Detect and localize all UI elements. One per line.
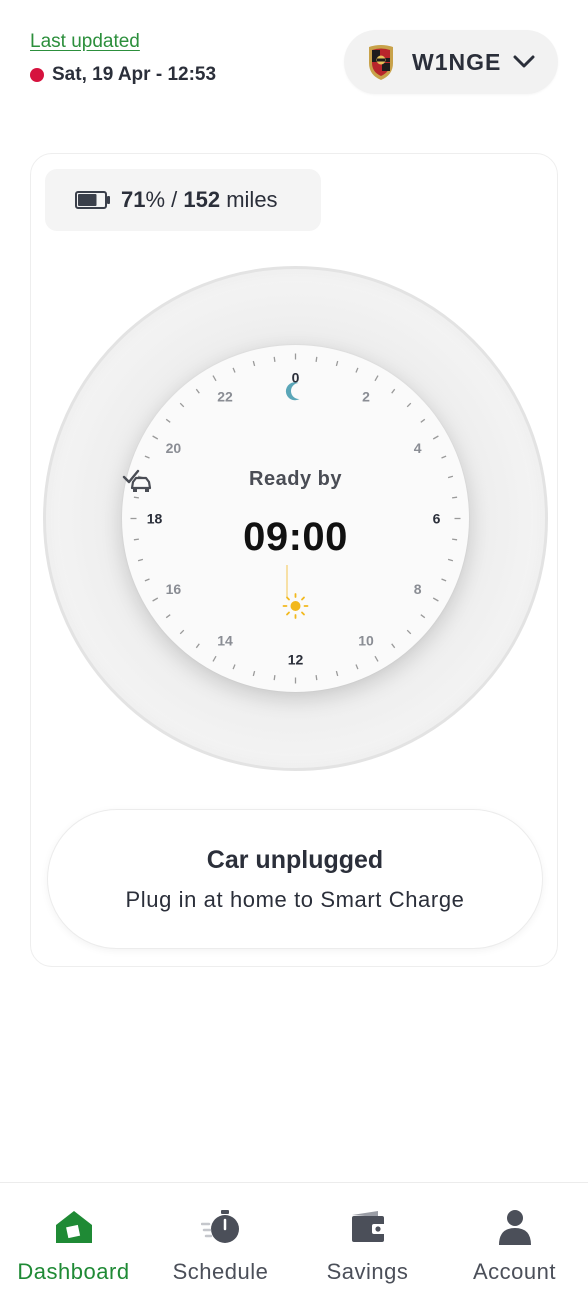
clock-hour-label: 16 <box>166 581 182 597</box>
clock-tick <box>179 402 185 408</box>
clock-tick <box>406 402 412 408</box>
battery-fill <box>78 194 97 206</box>
car-check-icon <box>122 469 152 492</box>
nav-item-savings[interactable]: Savings <box>294 1183 441 1300</box>
clock-hour-label: 10 <box>358 633 374 649</box>
clock-major-tick <box>212 375 217 382</box>
plug-status-card: Car unplugged Plug in at home to Smart C… <box>47 809 543 949</box>
wallet-icon <box>351 1211 386 1242</box>
clock-tick <box>355 367 359 373</box>
clock-tick <box>195 643 200 649</box>
battery-percent: 71 <box>121 187 146 212</box>
clock-tick <box>315 675 318 681</box>
nav-label-savings: Savings <box>326 1259 409 1284</box>
clock-tick <box>252 360 256 367</box>
clock-tick <box>335 670 339 677</box>
clock-tick <box>179 629 185 635</box>
nav-item-dashboard[interactable]: Dashboard <box>0 1183 147 1300</box>
clock-tick <box>165 418 171 423</box>
vehicle-name: W1NGE <box>412 48 502 75</box>
clock-major-tick <box>152 597 159 602</box>
clock-hour-label: 8 <box>414 581 422 597</box>
clock-hour-label: 14 <box>217 633 233 649</box>
clock-major-tick <box>432 597 439 602</box>
clock-tick <box>232 664 236 670</box>
clock-tick <box>391 643 396 649</box>
clock-tick <box>133 496 139 499</box>
stopwatch-icon <box>200 1210 239 1243</box>
charge-clock: 0 2 4 6 8 10 12 14 16 18 20 22 Ready by 09:00 <box>43 266 548 771</box>
clock-tick <box>420 418 426 423</box>
battery-text: 71% / 152 miles <box>121 187 278 213</box>
clock-tick <box>144 455 150 459</box>
clock-dial: 0 2 4 6 8 10 12 14 16 18 20 22 Ready by 09:00 <box>122 345 469 692</box>
clock-tick <box>252 670 256 677</box>
clock-hour-label: 0 <box>292 370 300 386</box>
clock-hour-label: 2 <box>362 388 370 404</box>
last-updated-row: Sat, 19 Apr - 12:53 <box>30 64 216 86</box>
battery-separator: / <box>165 187 184 212</box>
clock-tick <box>420 614 426 619</box>
clock-tick <box>355 664 359 670</box>
battery-range-unit: miles <box>220 187 278 212</box>
clock-tick <box>165 614 171 619</box>
last-updated-time: Sat, 19 Apr - 12:53 <box>52 64 217 85</box>
charge-card: 71% / 152 miles 0 2 4 6 8 10 12 14 16 18… <box>30 153 558 967</box>
clock-tick <box>441 455 447 459</box>
clock-major-tick <box>432 435 439 440</box>
clock-tick <box>441 578 447 582</box>
nav-item-account[interactable]: Account <box>441 1183 588 1300</box>
nav-item-schedule[interactable]: Schedule <box>147 1183 294 1300</box>
ready-by-label: Ready by <box>249 468 342 490</box>
clock-major-tick <box>212 655 217 662</box>
clock-hour-label: 4 <box>414 440 422 456</box>
clock-tick <box>406 629 412 635</box>
battery-percent-unit: % <box>145 187 166 212</box>
clock-major-tick <box>374 655 379 662</box>
vehicle-selector[interactable]: W1NGE <box>344 30 558 94</box>
clock-tick <box>195 388 200 394</box>
clock-tick <box>452 496 458 499</box>
clock-hour-label: 12 <box>288 652 304 668</box>
clock-hour-label: 20 <box>166 440 182 456</box>
battery-icon <box>75 191 110 209</box>
home-icon <box>55 1211 92 1243</box>
nav-label-account: Account <box>473 1259 556 1284</box>
last-updated-link[interactable]: Last updated <box>30 31 140 53</box>
clock-major-tick <box>152 435 159 440</box>
clock-major-tick <box>374 375 379 382</box>
clock-tick <box>273 675 276 681</box>
clock-hour-label: 22 <box>217 388 233 404</box>
bottom-nav: Dashboard Schedule Savings Account <box>0 1182 588 1300</box>
clock-tick <box>391 388 396 394</box>
plug-status-subtitle: Plug in at home to Smart Charge <box>125 887 465 912</box>
nav-label-dashboard: Dashboard <box>17 1259 130 1284</box>
clock-tick <box>315 356 318 362</box>
clock-tick <box>335 360 339 367</box>
clock-tick <box>273 356 276 362</box>
sun-icon <box>282 593 309 619</box>
ready-by-time[interactable]: 09:00 <box>122 515 469 560</box>
chevron-down-icon <box>513 55 535 68</box>
status-dot <box>30 68 44 82</box>
battery-status: 71% / 152 miles <box>45 169 321 231</box>
clock-tick <box>232 367 236 373</box>
person-icon <box>498 1210 531 1245</box>
ready-by-row: Ready by <box>122 468 469 492</box>
battery-range: 152 <box>183 187 221 212</box>
nav-label-schedule: Schedule <box>172 1259 269 1284</box>
plug-status-title: Car unplugged <box>206 846 384 874</box>
clock-tick <box>144 578 150 582</box>
porsche-crest-icon <box>369 45 393 80</box>
